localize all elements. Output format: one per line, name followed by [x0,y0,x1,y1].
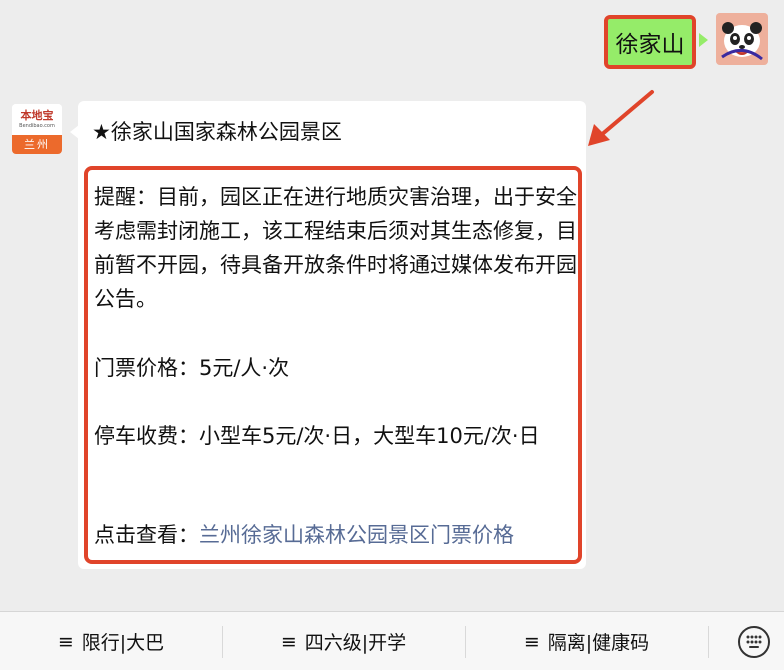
annotation-arrow-icon [588,90,654,146]
logo-city: 兰州 [12,135,62,154]
menu-item-exam[interactable]: ≡ 四六级|开学 [222,612,465,670]
menu-item-label: 限行|大巴 [81,632,165,654]
message-title: ★徐家山国家森林公园景区 [92,120,342,144]
ticket-price-text: 门票价格：5元/人·次 [94,356,290,380]
menu-list-icon: ≡ [57,630,74,653]
link-line: 点击查看：兰州徐家山森林公园景区门票价格 [94,518,580,552]
user-message-text: 徐家山 [615,32,685,58]
bot-avatar[interactable]: 本地宝 Bendibao.com 兰州 [12,104,62,154]
menu-list-icon: ≡ [280,630,297,653]
link-prefix: 点击查看： [94,523,199,547]
menu-item-traffic[interactable]: ≡ 限行|大巴 [0,612,222,670]
user-avatar[interactable] [716,13,768,65]
panda-avatar-icon [716,13,768,65]
keyboard-dots-icon [746,635,762,648]
logo-text: 本地宝 [20,109,54,122]
user-message-bubble[interactable]: 徐家山 [604,15,696,69]
bottom-menu-bar: ≡ 限行|大巴 ≡ 四六级|开学 ≡ 隔离|健康码 [0,611,784,670]
chat-window: 徐家山 本地宝 Bendibao.com 兰州 ★徐家山国家森林公园景区 提醒：… [0,0,784,670]
notice-text: 提醒：目前，园区正在进行地质灾害治理，出于安全考虑需封闭施工，该工程结束后须对其… [94,185,577,311]
keyboard-icon[interactable] [738,626,770,658]
menu-item-health[interactable]: ≡ 隔离|健康码 [465,612,708,670]
menu-list-icon: ≡ [523,630,540,653]
menu-item-label: 隔离|健康码 [547,632,650,654]
logo-sub: Bendibao.com [19,123,55,129]
price-link[interactable]: 兰州徐家山森林公园景区门票价格 [199,523,514,547]
menu-divider [708,626,709,658]
parking-fee-text: 停车收费：小型车5元/次·日，大型车10元/次·日 [94,424,540,448]
user-bubble-tail [699,33,708,47]
menu-item-label: 四六级|开学 [304,632,407,654]
